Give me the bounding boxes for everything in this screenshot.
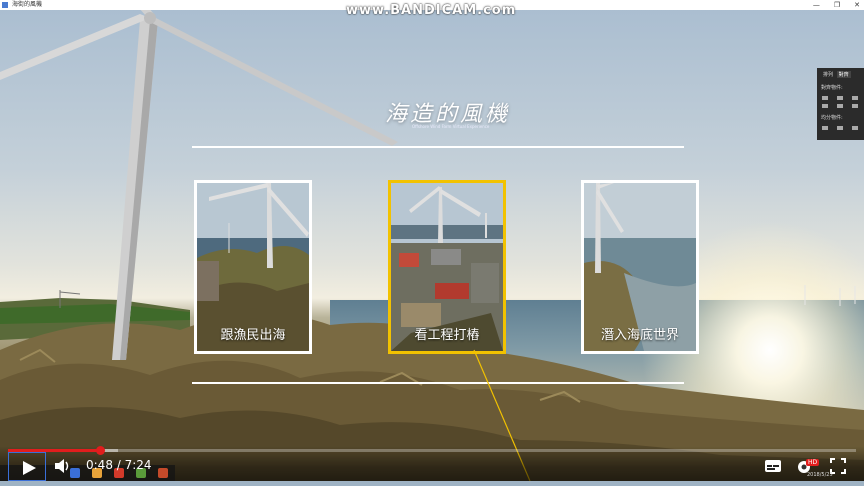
volume-icon[interactable] bbox=[54, 458, 70, 474]
divider-bottom bbox=[192, 382, 684, 384]
menu-subheading: Offshore Wind Farm Virtual Experience bbox=[412, 124, 490, 129]
subtitles-icon[interactable] bbox=[764, 459, 782, 473]
time-display: 0:48 / 7:24 bbox=[86, 458, 152, 472]
align-bottom-icon[interactable] bbox=[852, 104, 858, 108]
scrubber-handle[interactable] bbox=[95, 446, 105, 455]
system-date: 2018/5/25 bbox=[807, 472, 833, 478]
tab-align[interactable]: 對齊 bbox=[836, 71, 851, 78]
distribute-horizontal-icon[interactable] bbox=[822, 126, 828, 130]
progress-bar[interactable] bbox=[8, 446, 856, 455]
align-left-icon[interactable] bbox=[822, 96, 828, 100]
distribute-vertical-icon[interactable] bbox=[837, 126, 843, 130]
align-middle-icon[interactable] bbox=[837, 104, 843, 108]
tab-arrange[interactable]: 排列 bbox=[821, 71, 835, 78]
window-title: 海街的風機 bbox=[12, 1, 43, 8]
option-card-piling[interactable]: 看工程打樁 bbox=[388, 180, 506, 354]
option-card-fishermen[interactable]: 跟漁民出海 bbox=[194, 180, 312, 354]
align-panel: 排列 對齊 對齊物件: 均分物件: bbox=[817, 68, 864, 140]
divider-top bbox=[192, 146, 684, 148]
option-label: 潛入海底世界 bbox=[600, 328, 679, 343]
explorer-icon[interactable] bbox=[70, 468, 80, 478]
app-icon-3[interactable] bbox=[158, 468, 168, 478]
option-label: 跟漁民出海 bbox=[220, 328, 286, 343]
minimize-button[interactable]: — bbox=[813, 0, 820, 10]
bandicam-watermark: www.BANDICAM.com bbox=[346, 3, 517, 18]
window-controls: — ❐ ✕ bbox=[813, 0, 860, 10]
play-button[interactable] bbox=[8, 452, 46, 481]
play-icon bbox=[23, 461, 36, 475]
align-top-icon[interactable] bbox=[822, 104, 828, 108]
app-icon bbox=[2, 2, 8, 8]
distribute-grid-icon[interactable] bbox=[852, 126, 858, 130]
align-center-icon[interactable] bbox=[837, 96, 843, 100]
distribute-objects-label: 均分物件: bbox=[821, 115, 843, 121]
maximize-button[interactable]: ❐ bbox=[834, 0, 840, 10]
option-card-underwater[interactable]: 潛入海底世界 bbox=[581, 180, 699, 354]
close-button[interactable]: ✕ bbox=[854, 0, 860, 10]
option-label: 看工程打樁 bbox=[414, 328, 480, 343]
align-objects-label: 對齊物件: bbox=[821, 85, 843, 91]
hd-badge: HD bbox=[806, 459, 820, 466]
align-right-icon[interactable] bbox=[852, 96, 858, 100]
